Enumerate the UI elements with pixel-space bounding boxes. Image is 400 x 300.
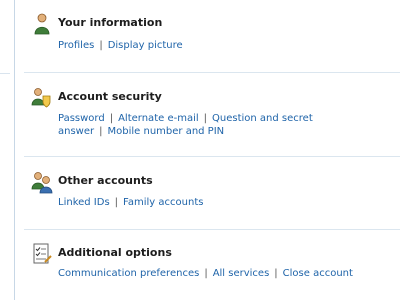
section-title: Your information — [58, 16, 163, 29]
user-icon — [30, 12, 54, 36]
checklist-icon — [30, 242, 54, 266]
link-separator: | — [274, 268, 278, 279]
section-links: Communication preferences | All services | C… — [58, 267, 392, 280]
password-link[interactable]: Password — [58, 113, 105, 124]
all-services-link[interactable]: All services — [213, 268, 270, 279]
family-accounts-link[interactable]: Family accounts — [123, 197, 203, 208]
section-title: Additional options — [58, 246, 172, 259]
profiles-link[interactable]: Profiles — [58, 40, 94, 51]
section-additional-options: Additional options Communication prefere… — [30, 242, 400, 292]
section-divider — [24, 72, 400, 73]
section-divider — [24, 156, 400, 157]
user-shield-icon — [30, 86, 54, 110]
linked-ids-link[interactable]: Linked IDs — [58, 197, 110, 208]
mobile-number-pin-link[interactable]: Mobile number and PIN — [108, 126, 225, 137]
link-separator: | — [99, 40, 103, 51]
link-separator: | — [109, 113, 114, 124]
section-your-information: Your information Profiles | Display pictur… — [30, 12, 400, 60]
section-links: Linked IDs | Family accounts — [58, 196, 392, 209]
left-panel-border — [14, 0, 15, 300]
link-separator: | — [114, 197, 119, 208]
section-links: Password | Alternate e-mail | Question and s… — [58, 112, 392, 138]
link-separator: | — [99, 126, 103, 137]
section-title: Account security — [58, 90, 162, 103]
link-separator: | — [204, 268, 208, 279]
section-title: Other accounts — [58, 174, 153, 187]
users-icon — [30, 170, 54, 194]
link-separator: | — [203, 113, 208, 124]
left-panel-divider — [0, 73, 10, 74]
close-account-link[interactable]: Close account — [283, 268, 353, 279]
section-links: Profiles | Display picture — [58, 39, 392, 52]
alternate-email-link[interactable]: Alternate e-mail — [118, 113, 199, 124]
section-divider — [24, 229, 400, 230]
account-settings-panel: Your information Profiles | Display pictur… — [0, 0, 400, 300]
section-account-security: Account security Password | Alternate e-ma… — [30, 86, 400, 146]
display-picture-link[interactable]: Display picture — [108, 40, 183, 51]
section-other-accounts: Other accounts Linked IDs | Family account… — [30, 170, 400, 218]
communication-preferences-link[interactable]: Communication preferences — [58, 268, 199, 279]
